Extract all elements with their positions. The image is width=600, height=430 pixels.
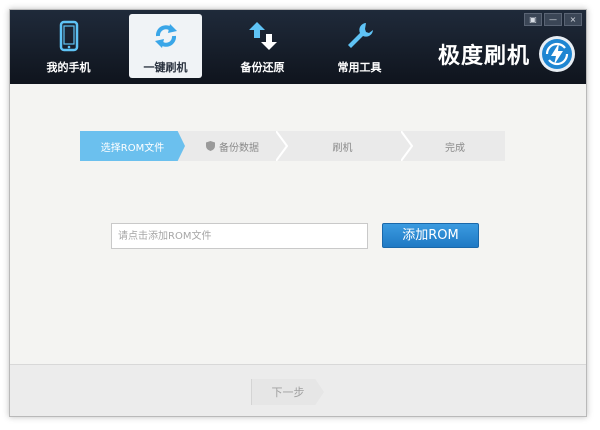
step-separator [401,131,413,161]
shield-icon [206,141,215,151]
step-separator [276,131,288,161]
window-controls: ▣ — × [524,13,582,26]
minimize-button[interactable]: — [544,13,562,26]
wrench-icon [347,23,373,48]
lightning-refresh-logo [539,36,575,72]
step-flash: 刷机 [276,131,405,161]
nav-item-one-click-flash[interactable]: 一键刷机 [129,14,202,78]
step-label: 选择ROM文件 [100,142,165,154]
app-window: ▣ — × 我的手机 一键刷机 备份还原 常用工具 极度刷机 选择ROM文件 备… [9,9,587,417]
nav-item-my-phone[interactable]: 我的手机 [32,14,105,78]
main-content: 选择ROM文件 备份数据 刷机 完成 添加ROM [10,84,586,364]
phone-icon [59,20,78,52]
brand-name: 极度刷机 [437,44,530,69]
refresh-icon [154,24,177,48]
updown-arrows-icon [248,22,277,50]
step-label: 刷机 [332,142,353,154]
step-progress: 选择ROM文件 备份数据 刷机 完成 [80,131,505,161]
rom-file-input[interactable] [111,223,368,249]
step-label: 备份数据 [219,142,259,154]
nav-item-backup-restore[interactable]: 备份还原 [226,14,299,78]
nav-label: 备份还原 [240,61,285,74]
nav-label: 一键刷机 [143,61,188,74]
nav-item-common-tools[interactable]: 常用工具 [323,14,396,78]
step-backup-data: 备份数据 [185,131,280,161]
nav-label: 我的手机 [46,61,91,74]
header-bar: ▣ — × 我的手机 一键刷机 备份还原 常用工具 极度刷机 [10,10,586,84]
next-step-button[interactable]: 下一步 [251,379,324,405]
step-select-rom: 选择ROM文件 [80,131,185,161]
step-complete: 完成 [401,131,505,161]
footer-bar: 下一步 [10,364,586,416]
step-label: 完成 [445,142,465,154]
brand: 极度刷机 [438,35,576,73]
next-step-label: 下一步 [271,386,305,399]
menu-icon[interactable]: ▣ [524,13,542,26]
close-button[interactable]: × [564,13,582,26]
main-nav: 我的手机 一键刷机 备份还原 常用工具 [32,14,420,78]
add-rom-button[interactable]: 添加ROM [382,223,479,248]
nav-label: 常用工具 [337,61,382,74]
